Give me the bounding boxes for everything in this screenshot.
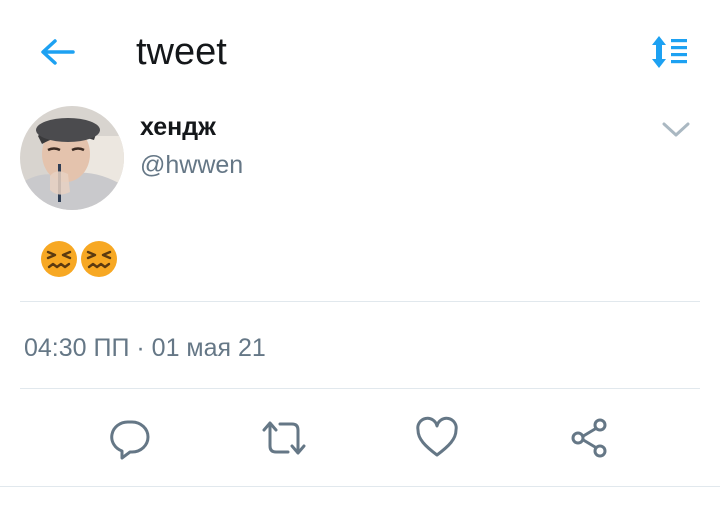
tweet-timestamp: 04:30 ПП · 01 мая 21	[24, 333, 266, 363]
share-button[interactable]	[566, 414, 614, 462]
like-button[interactable]	[413, 414, 461, 462]
heart-icon	[416, 416, 458, 457]
back-button[interactable]	[36, 32, 78, 72]
divider	[20, 301, 700, 302]
sort-list-icon	[652, 36, 687, 68]
timestamp-separator: ·	[129, 334, 152, 362]
retweet-icon	[262, 421, 306, 455]
tweet-menu-button[interactable]	[660, 116, 692, 144]
timestamp-date: 01 мая 21	[151, 334, 266, 362]
avatar-photo	[20, 106, 124, 210]
divider	[0, 486, 720, 487]
reply-button[interactable]	[106, 414, 154, 462]
timestamp-time: 04:30 ПП	[24, 334, 130, 362]
speech-bubble-icon	[110, 420, 150, 460]
divider	[20, 388, 700, 389]
page-title: tweet	[136, 31, 227, 73]
author-handle[interactable]: @hwwen	[140, 150, 243, 180]
face-with-tightly-closed-eyes-emoji	[41, 241, 77, 277]
face-with-tightly-closed-eyes-emoji	[81, 241, 117, 277]
avatar[interactable]	[20, 106, 124, 210]
chevron-down-icon	[662, 122, 690, 137]
arrow-left-icon	[41, 39, 75, 65]
share-nodes-icon	[571, 418, 607, 458]
sort-button[interactable]	[644, 30, 692, 74]
tweet-text	[40, 240, 118, 278]
retweet-button[interactable]	[260, 414, 308, 462]
author-display-name[interactable]: хендж	[140, 112, 216, 142]
